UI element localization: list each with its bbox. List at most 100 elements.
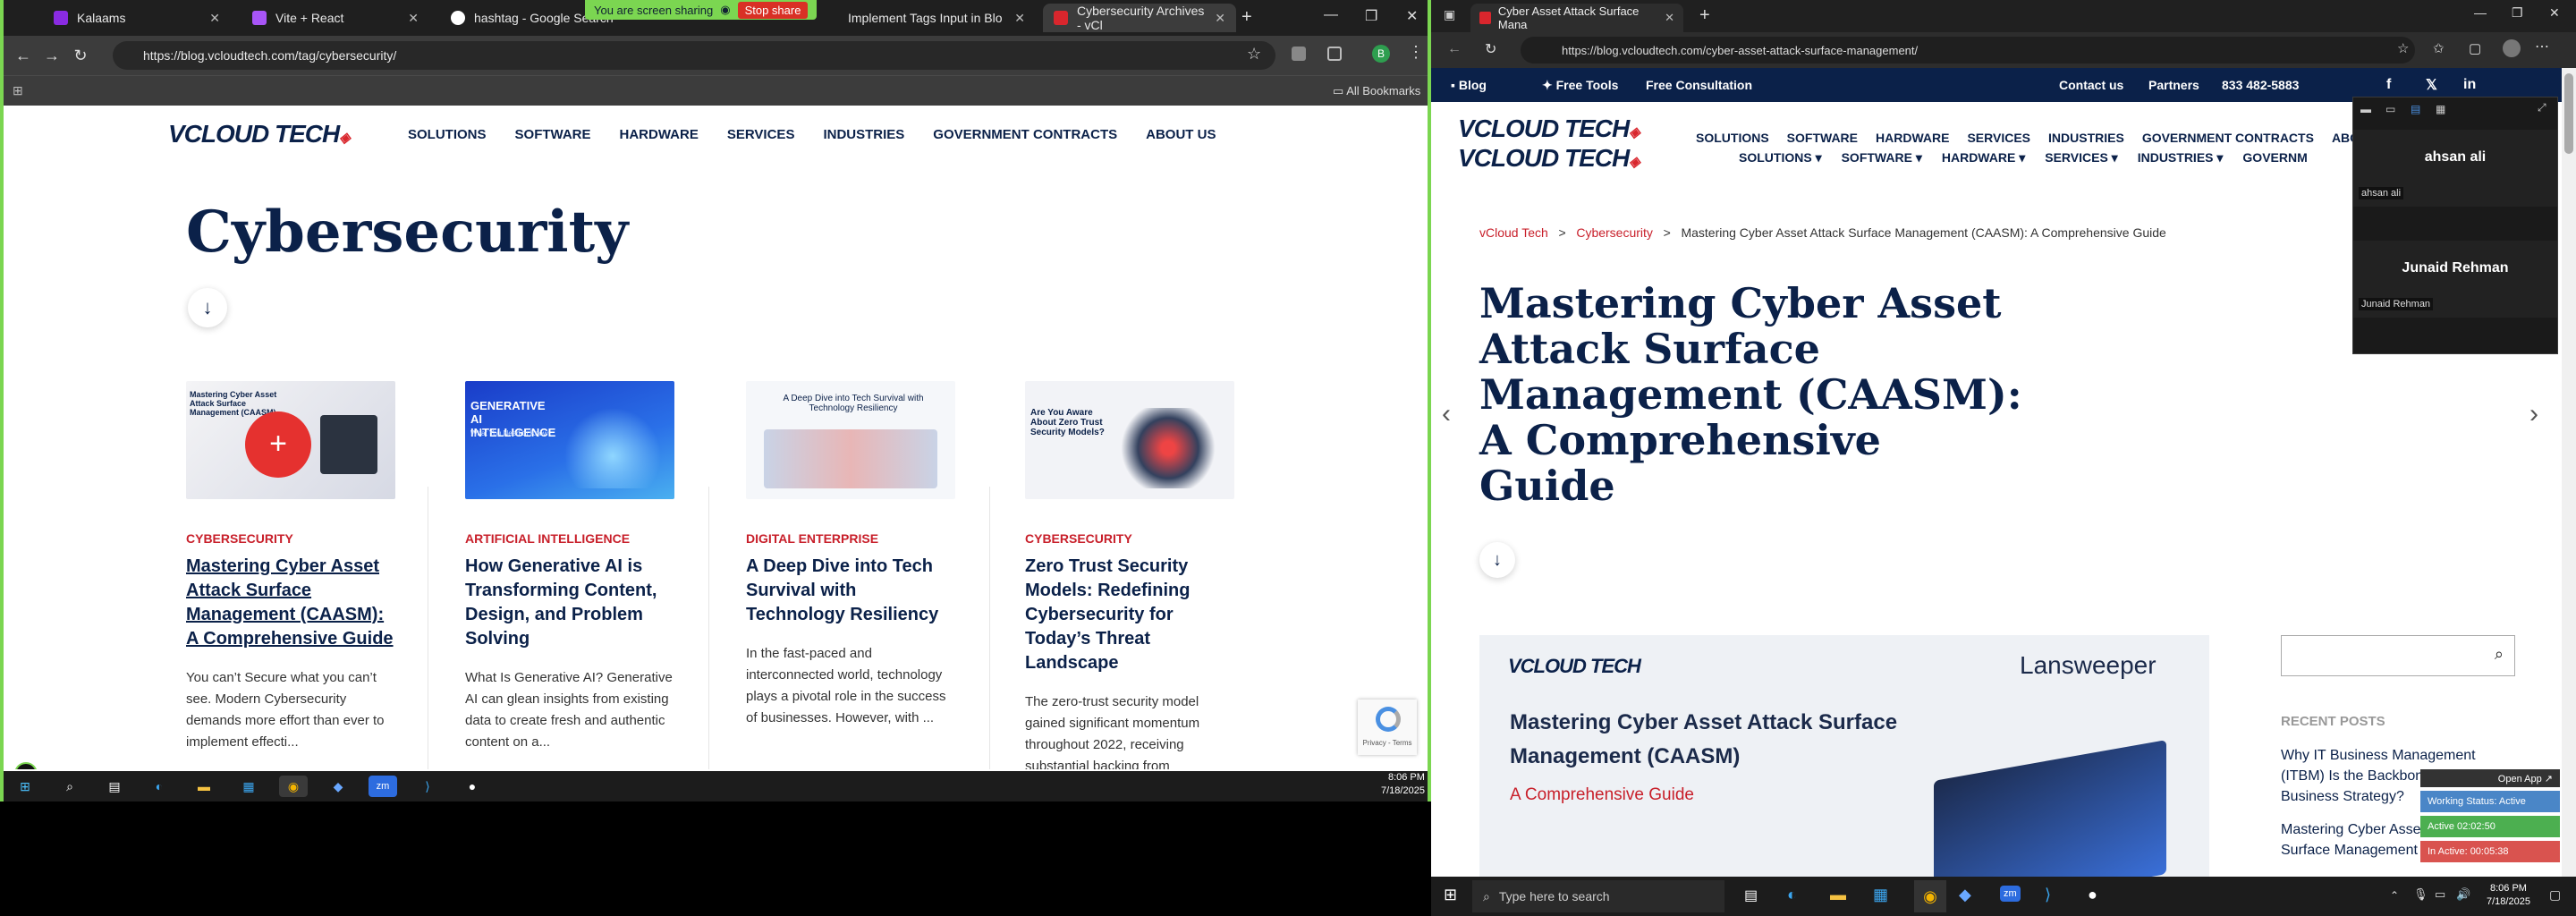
edge-icon[interactable]: ◐ <box>145 776 174 797</box>
store-icon[interactable]: ▦ <box>234 776 263 797</box>
contact-us-link[interactable]: Contact us <box>2059 78 2123 92</box>
network-icon[interactable]: ▭ <box>2435 887 2445 902</box>
task-view-icon[interactable]: ▤ <box>100 776 129 797</box>
menu-dots-icon[interactable]: ⋯ <box>2535 38 2549 55</box>
post-card[interactable]: A Deep Dive into Tech Survival with Tech… <box>746 381 955 729</box>
store-icon[interactable]: ▦ <box>1873 886 1888 904</box>
stop-share-button[interactable]: Stop share <box>737 1 809 19</box>
partners-link[interactable]: Partners <box>2148 78 2199 92</box>
zoom-icon[interactable]: zm <box>2000 886 2021 902</box>
close-window-icon[interactable]: ✕ <box>2549 5 2560 21</box>
windows-start-icon[interactable]: ⊞ <box>11 776 39 797</box>
prev-post-chevron-icon[interactable]: ‹ <box>1442 399 1451 429</box>
left-clock[interactable]: 8:06 PM 7/18/2025 <box>1381 771 1425 798</box>
tab-vite-react[interactable]: Vite + React ✕ <box>242 4 429 32</box>
post-title[interactable]: How Generative AI is Transforming Conten… <box>465 555 674 651</box>
reload-icon[interactable]: ↻ <box>66 47 95 65</box>
post-category[interactable]: DIGITAL ENTERPRISE <box>746 531 955 546</box>
post-card[interactable]: Mastering Cyber Asset Attack Surface Man… <box>186 381 395 753</box>
zoom-expand-icon[interactable]: ⤢ <box>2538 101 2546 114</box>
apps-grid-icon[interactable]: ⊞ <box>13 83 23 98</box>
app-icon[interactable]: ◆ <box>324 776 352 797</box>
left-url-bar[interactable]: https://blog.vcloudtech.com/tag/cybersec… <box>113 41 1275 70</box>
puzzle-icon[interactable] <box>1327 47 1342 61</box>
page-scrollbar[interactable] <box>2562 68 2576 877</box>
nav-dropdown-services[interactable]: SERVICES ▾ <box>2045 150 2117 165</box>
scroll-down-button[interactable]: ↓ <box>1479 542 1515 578</box>
tab-cyber-asset[interactable]: Cyber Asset Attack Surface Mana ✕ <box>1470 4 1683 32</box>
minimize-icon[interactable]: — <box>1324 7 1338 23</box>
app-icon[interactable]: ◆ <box>1959 886 1971 904</box>
nav-software[interactable]: SOFTWARE <box>515 127 591 142</box>
close-tab-icon[interactable]: ✕ <box>1215 11 1225 26</box>
post-category[interactable]: ARTIFICIAL INTELLIGENCE <box>465 531 674 546</box>
search-icon[interactable]: ⌕ <box>2495 645 2504 664</box>
facebook-icon[interactable]: f <box>2386 77 2391 93</box>
post-thumbnail[interactable]: Mastering Cyber Asset Attack Surface Man… <box>186 381 395 499</box>
close-tab-icon[interactable]: ✕ <box>209 11 220 26</box>
collections-icon[interactable]: ▢ <box>2469 40 2481 56</box>
new-tab-plus-icon[interactable]: + <box>1699 5 1710 26</box>
post-title[interactable]: Mastering Cyber Asset Attack Surface Man… <box>186 555 395 651</box>
volume-icon[interactable]: 🔊 <box>2456 887 2470 902</box>
tab-actions-icon[interactable]: ▣ <box>1444 7 1455 22</box>
free-tools-link[interactable]: ✦ Free Tools <box>1542 78 1618 93</box>
nav-industries[interactable]: INDUSTRIES <box>823 127 904 142</box>
nav-dropdown-solutions[interactable]: SOLUTIONS ▾ <box>1739 150 1822 165</box>
linkedin-icon[interactable]: in <box>2463 77 2476 93</box>
notification-icon[interactable]: ▢ <box>2549 887 2561 903</box>
chrome-icon[interactable]: ◉ <box>279 776 308 797</box>
open-app-button[interactable]: Open App ↗ <box>2420 769 2560 787</box>
minimize-icon[interactable]: — <box>2474 5 2487 20</box>
nav-government-contracts[interactable]: GOVERNMENT CONTRACTS <box>933 127 1117 142</box>
breadcrumb-category[interactable]: Cybersecurity <box>1576 225 1653 240</box>
sidebar-search-input[interactable]: ⌕ <box>2281 635 2515 676</box>
vscode-icon[interactable]: ⟩ <box>2045 886 2051 904</box>
zoom-speaker-view-icon[interactable]: ▭ <box>2385 103 2395 115</box>
maximize-icon[interactable]: ❐ <box>2512 5 2523 21</box>
right-url-bar[interactable]: https://blog.vcloudtech.com/cyber-asset-… <box>1521 37 2415 64</box>
new-tab-plus-icon[interactable]: + <box>1241 7 1252 28</box>
zoom-strip-view-icon[interactable]: ▤ <box>2411 103 2420 115</box>
tab-cybersecurity-archives[interactable]: Cybersecurity Archives - vCl ✕ <box>1043 4 1236 32</box>
nav-solutions[interactable]: SOLUTIONS <box>408 127 487 142</box>
post-category[interactable]: CYBERSECURITY <box>1025 531 1234 546</box>
breadcrumb-home[interactable]: vCloud Tech <box>1479 225 1548 240</box>
menu-dots-icon[interactable]: ⋮ <box>1408 43 1424 62</box>
chrome-icon[interactable]: ◉ <box>1914 880 1946 912</box>
x-twitter-icon[interactable]: 𝕏 <box>2426 76 2437 94</box>
nav-dropdown-software[interactable]: SOFTWARE ▾ <box>1842 150 1922 165</box>
taskbar-search-box[interactable]: ⌕ Type here to search <box>1472 880 1724 912</box>
site-logo[interactable]: VCLOUD TECH◈ <box>168 120 351 148</box>
tray-chevron-icon[interactable]: ⌃ <box>2390 889 2399 902</box>
file-explorer-icon[interactable]: ▬ <box>190 776 218 797</box>
close-tab-icon[interactable]: ✕ <box>1665 11 1674 25</box>
reload-icon[interactable]: ↻ <box>1485 40 1496 58</box>
nav-industries[interactable]: INDUSTRIES <box>2048 131 2124 145</box>
nav-hardware[interactable]: HARDWARE <box>1876 131 1949 145</box>
vscode-icon[interactable]: ⟩ <box>413 776 442 797</box>
back-arrow-icon[interactable]: ← <box>9 47 38 65</box>
app-round-icon[interactable]: ● <box>458 776 487 797</box>
phone-link[interactable]: 833 482-5883 <box>2222 78 2299 92</box>
recaptcha-terms[interactable]: Privacy - Terms <box>1363 739 1412 747</box>
post-card[interactable]: Are You Aware About Zero Trust Security … <box>1025 381 1234 769</box>
recaptcha-badge[interactable]: Privacy - Terms <box>1358 700 1417 755</box>
post-thumbnail[interactable]: A Deep Dive into Tech Survival with Tech… <box>746 381 955 499</box>
nav-services[interactable]: SERVICES <box>727 127 795 142</box>
nav-dropdown-hardware[interactable]: HARDWARE ▾ <box>1942 150 2025 165</box>
zoom-gallery-view-icon[interactable]: ▦ <box>2436 103 2445 115</box>
participant-tile[interactable]: Junaid Rehman Junaid Rehman <box>2353 241 2557 318</box>
mic-icon[interactable]: 🎙 <box>2413 887 2428 902</box>
windows-start-icon[interactable]: ⊞ <box>1444 886 1457 904</box>
tab-implement-tags[interactable]: Implement Tags Input in Blo ✕ <box>837 4 1036 32</box>
favorite-star-icon[interactable]: ☆ <box>2397 40 2409 56</box>
post-title[interactable]: A Deep Dive into Tech Survival with Tech… <box>746 555 955 627</box>
next-post-chevron-icon[interactable]: › <box>2529 399 2538 429</box>
blog-link[interactable]: ▪ Blog <box>1451 78 1487 92</box>
nav-about-us[interactable]: ABOUT US <box>1146 127 1216 142</box>
plus-overlay-icon[interactable]: + <box>245 411 311 478</box>
scrollbar-thumb[interactable] <box>2564 73 2573 154</box>
close-window-icon[interactable]: ✕ <box>1406 7 1418 25</box>
close-tab-icon[interactable]: ✕ <box>1014 11 1025 26</box>
